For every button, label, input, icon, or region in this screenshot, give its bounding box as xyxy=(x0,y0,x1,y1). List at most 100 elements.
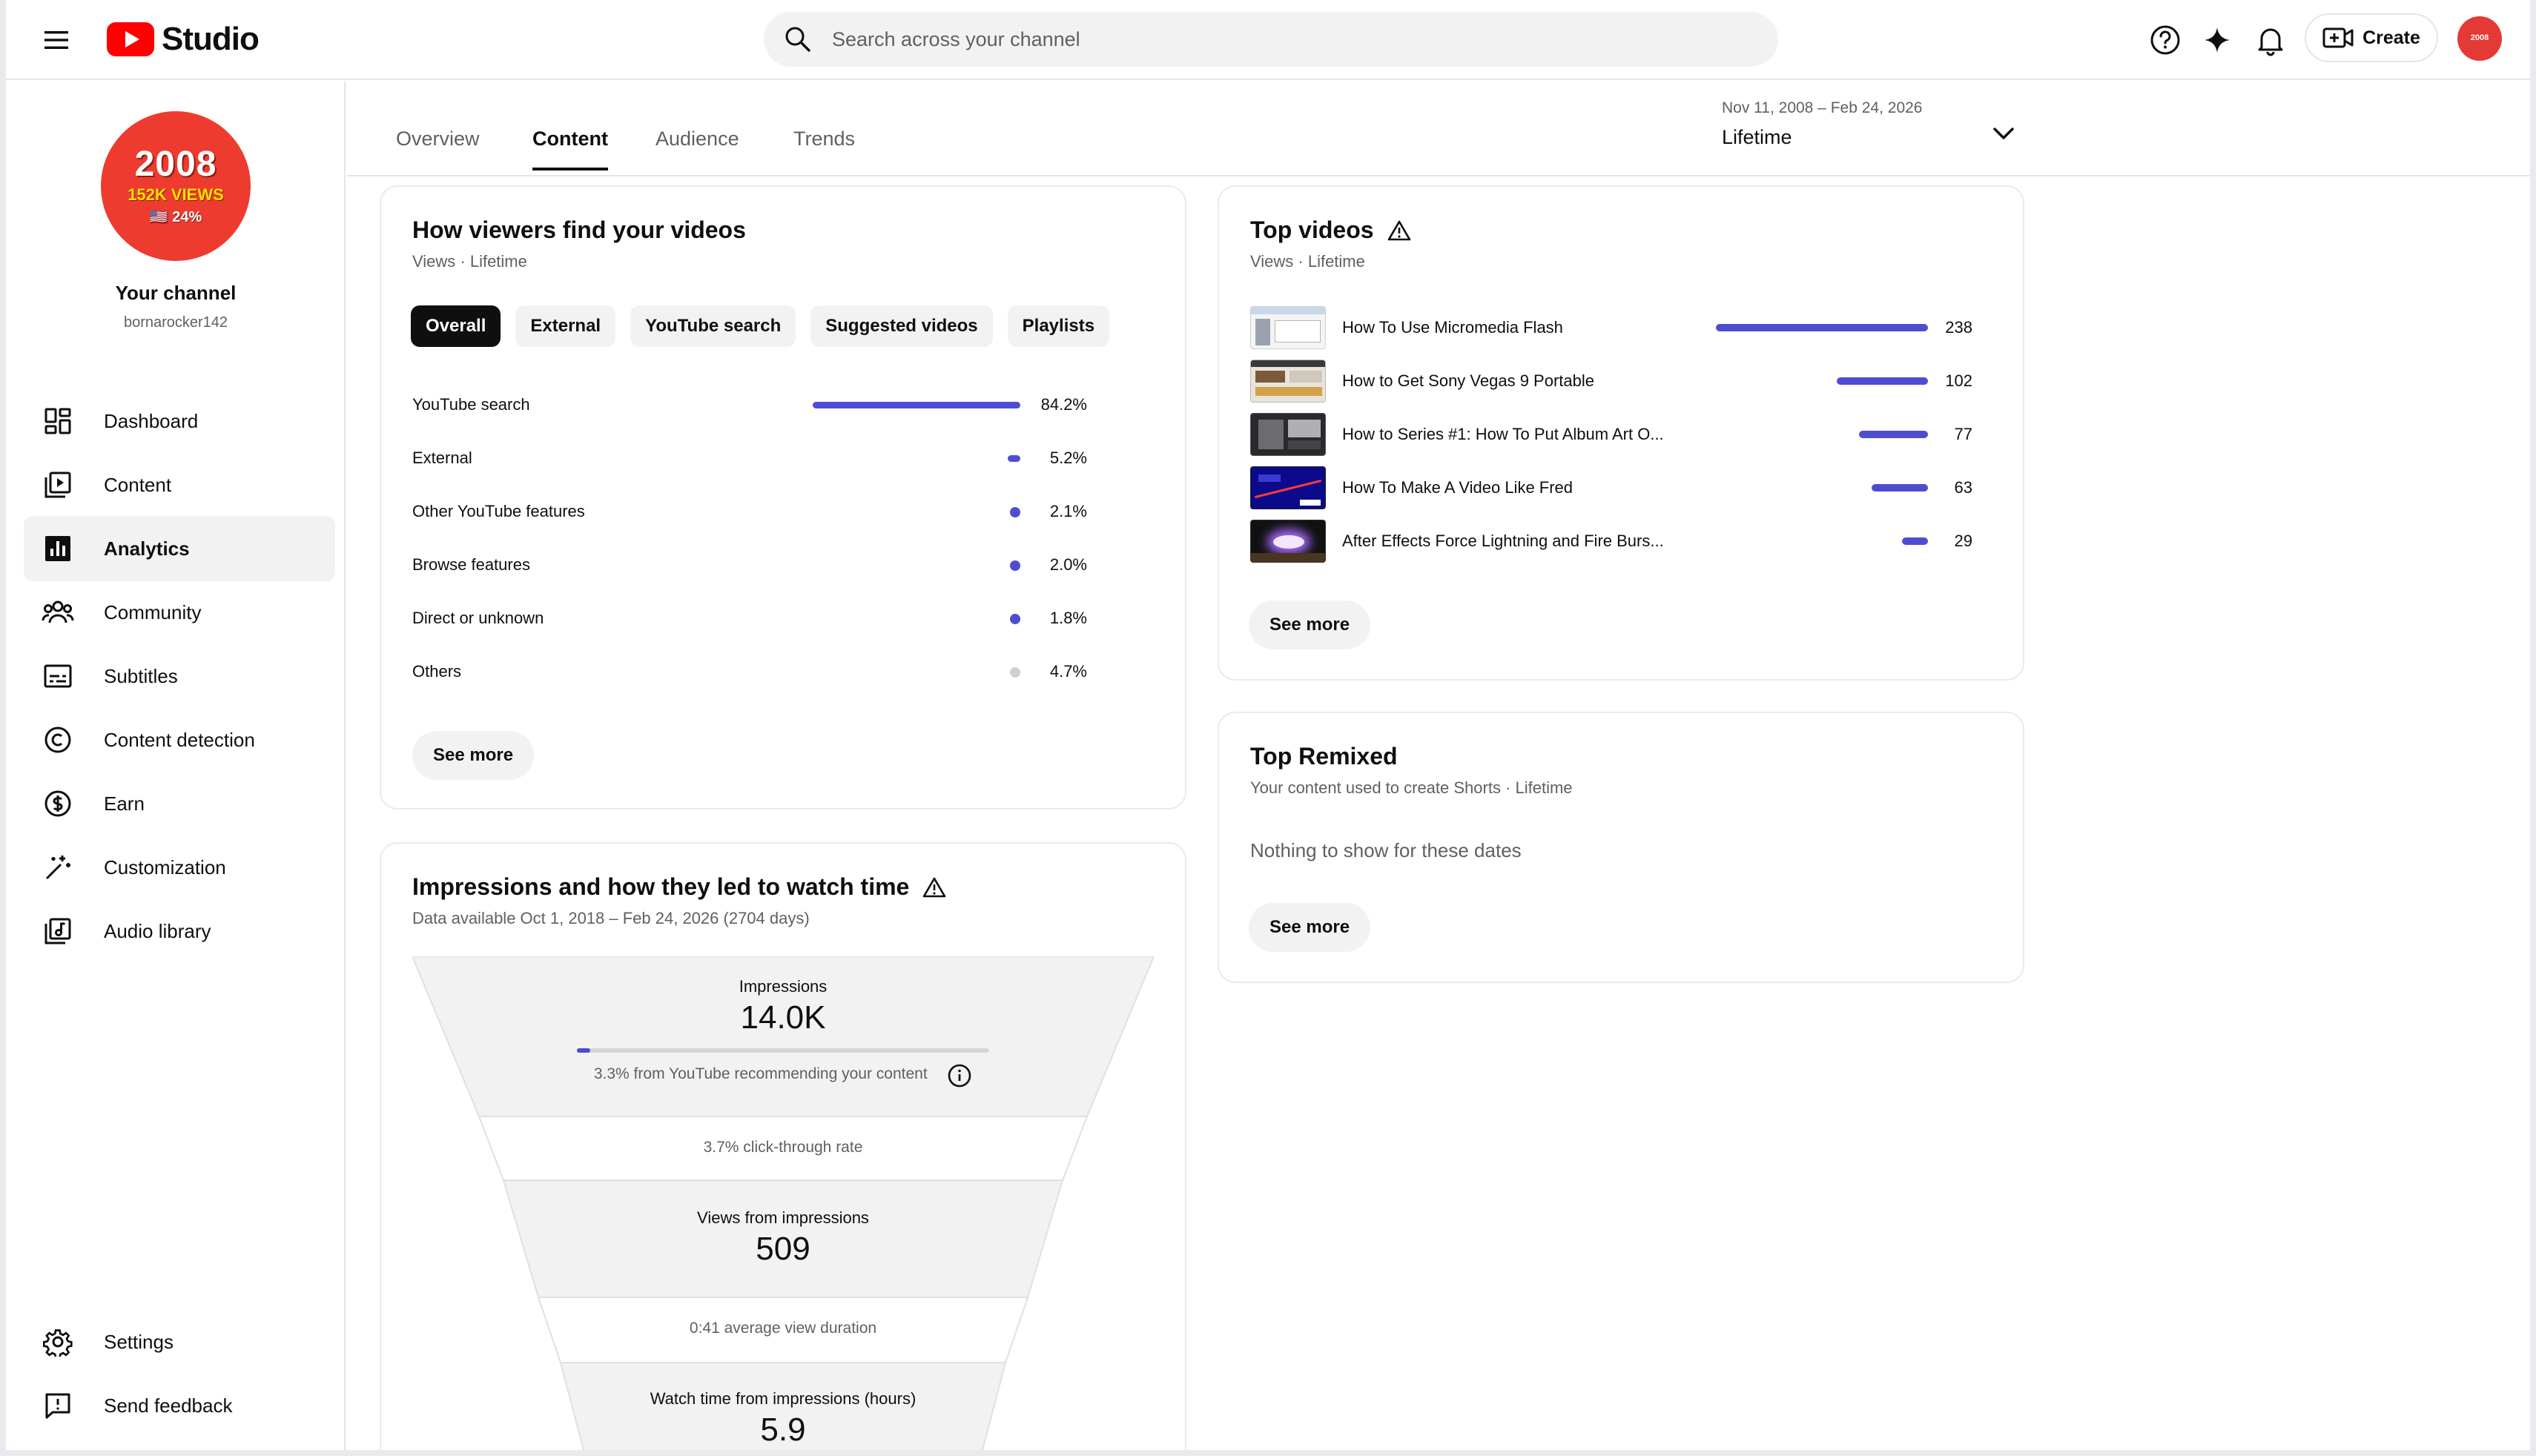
video-thumbnail xyxy=(1250,360,1326,403)
avatar-year: 2008 xyxy=(134,144,217,184)
create-video-icon xyxy=(2322,27,2354,48)
sidebar-item-dashboard[interactable]: Dashboard xyxy=(24,388,335,454)
traffic-source-row[interactable]: Others 4.7% xyxy=(412,657,1154,686)
video-views-bar xyxy=(1902,537,1928,545)
sidebar-item-send-feedback[interactable]: Send feedback xyxy=(24,1373,335,1438)
search-icon[interactable] xyxy=(764,12,832,67)
traffic-source-row[interactable]: YouTube search 84.2% xyxy=(412,390,1154,420)
recommend-progress-fill xyxy=(577,1048,591,1053)
traffic-source-value: 4.7% xyxy=(1049,662,1087,681)
top-remixed-card-title: Top Remixed xyxy=(1250,743,1398,770)
traffic-source-value: 5.2% xyxy=(1049,449,1087,467)
top-remixed-see-more-button[interactable]: See more xyxy=(1249,903,1371,952)
search-bar[interactable] xyxy=(764,12,1778,67)
tab-content[interactable]: Content xyxy=(532,128,608,171)
video-title: How To Use Micromedia Flash xyxy=(1342,318,1563,337)
info-icon[interactable] xyxy=(947,1063,972,1088)
video-views-bar xyxy=(1872,484,1928,492)
account-avatar[interactable]: 2008 xyxy=(2457,16,2502,61)
traffic-source-bar xyxy=(813,402,1020,408)
traffic-source-value: 2.0% xyxy=(1049,555,1087,574)
filter-chip-overall[interactable]: Overall xyxy=(411,305,501,347)
top-video-row[interactable]: How to Series #1: How To Put Album Art O… xyxy=(1250,412,1992,457)
sidebar-item-audio-library[interactable]: Audio library xyxy=(24,899,335,964)
channel-handle: bornarocker142 xyxy=(123,314,228,331)
studio-logo[interactable]: Studio xyxy=(107,18,260,61)
tab-audience[interactable]: Audience xyxy=(656,128,739,171)
traffic-source-bar-track xyxy=(813,550,1020,580)
menu-icon[interactable] xyxy=(36,19,77,61)
video-views-bar-track xyxy=(1691,526,1928,556)
video-thumbnail xyxy=(1250,466,1326,509)
sidebar-item-customization[interactable]: Customization xyxy=(24,835,335,900)
traffic-source-value: 1.8% xyxy=(1049,609,1087,627)
traffic-source-bar xyxy=(1007,455,1020,462)
traffic-see-more-button[interactable]: See more xyxy=(412,731,535,780)
sidebar-item-community[interactable]: Community xyxy=(24,580,335,645)
warning-icon[interactable] xyxy=(1387,219,1411,242)
sidebar-item-label: Audio library xyxy=(104,919,211,942)
sidebar-item-content-detection[interactable]: Content detection xyxy=(24,707,335,772)
filter-chip-external[interactable]: External xyxy=(515,305,616,347)
channel-avatar[interactable]: 2008 152K VIEWS 🇺🇸 24% xyxy=(101,111,251,261)
traffic-source-row[interactable]: Direct or unknown 1.8% xyxy=(412,603,1154,633)
chevron-down-icon[interactable] xyxy=(1987,117,2020,150)
dashboard-icon xyxy=(39,402,77,440)
video-views: 77 xyxy=(1954,425,1972,443)
avatar-pct: 🇺🇸 24% xyxy=(149,208,202,225)
notifications-bell-icon[interactable] xyxy=(2248,18,2293,62)
sidebar-item-label: Community xyxy=(104,600,202,623)
sidebar-item-earn[interactable]: Earn xyxy=(24,771,335,836)
traffic-source-row[interactable]: Other YouTube features 2.1% xyxy=(412,497,1154,526)
video-views-bar xyxy=(1837,377,1928,385)
sidebar-item-label: Earn xyxy=(104,792,145,815)
traffic-source-bar-track xyxy=(813,443,1020,473)
top-videos-see-more-button[interactable]: See more xyxy=(1249,600,1371,649)
analytics-tabs: Overview Content Audience Trends Nov 11,… xyxy=(347,82,2530,176)
impressions-funnel: Impressions 14.0K 3.3% from YouTube reco… xyxy=(412,956,1154,1450)
sidebar-item-label: Settings xyxy=(104,1330,174,1353)
tab-trends[interactable]: Trends xyxy=(793,128,855,171)
search-input[interactable] xyxy=(832,12,1778,67)
warning-icon[interactable] xyxy=(922,876,946,899)
watch-time-label: Watch time from impressions (hours) xyxy=(650,1389,917,1408)
top-video-row[interactable]: How To Make A Video Like Fred 63 xyxy=(1250,466,1992,510)
top-video-row[interactable]: After Effects Force Lightning and Fire B… xyxy=(1250,519,1992,563)
sidebar-item-label: Send feedback xyxy=(104,1394,233,1417)
date-range-picker[interactable]: Nov 11, 2008 – Feb 24, 2026 Lifetime xyxy=(1722,99,2033,166)
copyright-icon xyxy=(39,721,77,759)
filter-chip-playlists[interactable]: Playlists xyxy=(1007,305,1110,347)
traffic-source-row[interactable]: External 5.2% xyxy=(412,443,1154,473)
help-icon[interactable] xyxy=(2143,18,2187,62)
dollar-icon xyxy=(39,784,77,823)
channel-name: Your channel xyxy=(115,282,237,304)
ctr-note: 3.7% click-through rate xyxy=(703,1139,863,1156)
sparkle-icon[interactable] xyxy=(2195,18,2239,62)
impressions-card: Impressions and how they led to watch ti… xyxy=(380,842,1186,1450)
top-video-row[interactable]: How to Get Sony Vegas 9 Portable 102 xyxy=(1250,359,1992,403)
video-thumbnail xyxy=(1250,306,1326,349)
feedback-icon xyxy=(39,1386,77,1425)
analytics-icon xyxy=(39,529,77,568)
sidebar-item-analytics[interactable]: Analytics xyxy=(24,516,335,581)
account-avatar-text: 2008 xyxy=(2470,33,2489,43)
filter-chip-suggested-videos[interactable]: Suggested videos xyxy=(810,305,993,347)
sidebar-item-settings[interactable]: Settings xyxy=(24,1309,335,1374)
top-video-row[interactable]: How To Use Micromedia Flash 238 xyxy=(1250,305,1992,350)
traffic-source-label: YouTube search xyxy=(412,395,530,414)
video-views-bar xyxy=(1859,431,1928,438)
traffic-source-row[interactable]: Browse features 2.0% xyxy=(412,550,1154,580)
sidebar-item-subtitles[interactable]: Subtitles xyxy=(24,643,335,709)
video-views-bar-track xyxy=(1691,420,1928,449)
traffic-sources-card: How viewers find your videos Views · Lif… xyxy=(380,185,1186,810)
top-videos-card: Top videos Views · Lifetime How To Use M… xyxy=(1218,185,2024,681)
tab-overview[interactable]: Overview xyxy=(396,128,480,171)
create-button[interactable]: Create xyxy=(2305,13,2438,62)
video-views: 63 xyxy=(1954,478,1972,497)
video-title: After Effects Force Lightning and Fire B… xyxy=(1342,532,1664,550)
top-videos-card-subtitle: Views · Lifetime xyxy=(1250,252,1365,271)
filter-chip-youtube-search[interactable]: YouTube search xyxy=(630,305,796,347)
sidebar-item-content[interactable]: Content xyxy=(24,452,335,517)
create-label: Create xyxy=(2362,27,2420,48)
avatar-views: 152K VIEWS xyxy=(128,185,224,204)
